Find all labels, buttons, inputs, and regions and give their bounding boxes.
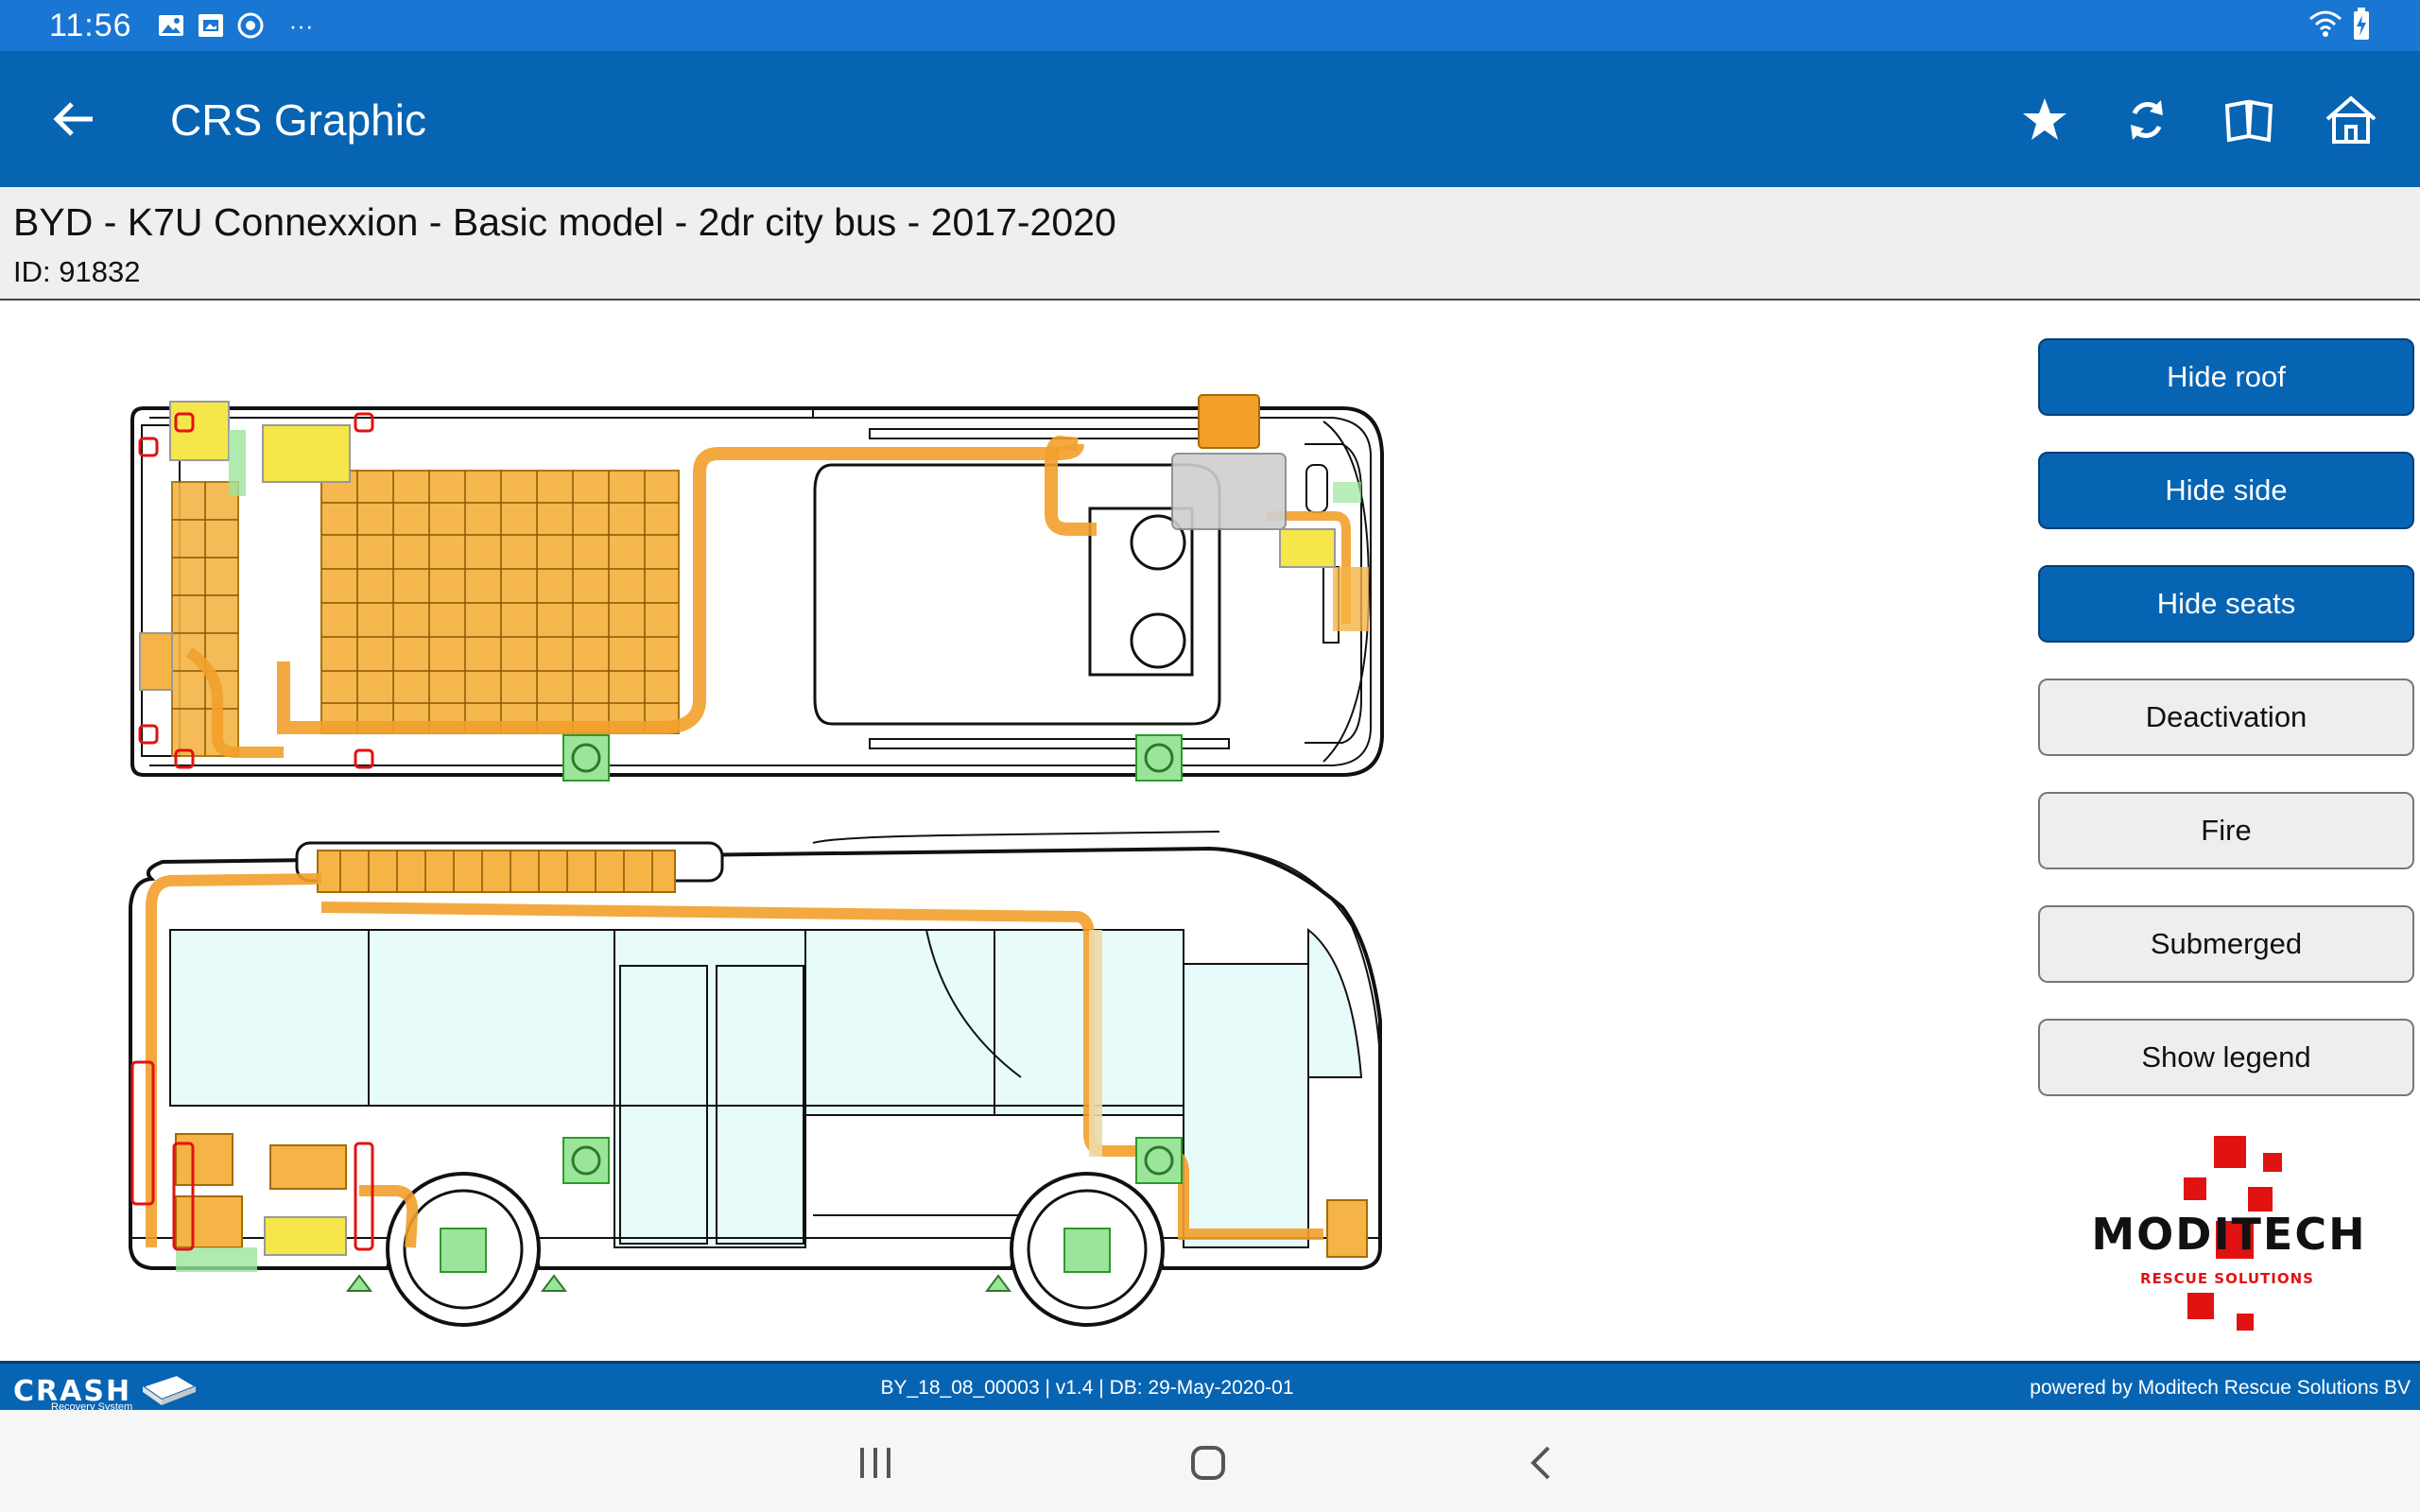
submerged-button[interactable]: Submerged	[2038, 905, 2414, 983]
back-nav-icon[interactable]	[1514, 1436, 1567, 1489]
footer-bar: CRASH Recovery System BY_18_08_00003 | v…	[0, 1361, 2420, 1413]
hide-side-button[interactable]: Hide side	[2038, 452, 2414, 529]
vehicle-header: BYD - K7U Connexxion - Basic model - 2dr…	[0, 187, 2420, 301]
chrome-icon	[236, 11, 265, 40]
app-bar: CRS Graphic	[0, 51, 2420, 187]
back-arrow-icon[interactable]	[49, 93, 102, 146]
deactivation-button[interactable]: Deactivation	[2038, 679, 2414, 756]
home-icon[interactable]	[2324, 93, 2378, 147]
powered-by: powered by Moditech Rescue Solutions BV	[2030, 1377, 2411, 1399]
fire-button[interactable]: Fire	[2038, 792, 2414, 869]
vehicle-title: BYD - K7U Connexxion - Basic model - 2dr…	[13, 200, 1116, 244]
clock: 11:56	[49, 7, 132, 43]
build-info: BY_18_08_00003 | v1.4 | DB: 29-May-2020-…	[880, 1377, 1294, 1399]
rescue-sheet-diagram[interactable]	[0, 302, 2004, 1361]
show-legend-button[interactable]: Show legend	[2038, 1019, 2414, 1096]
hide-roof-button[interactable]: Hide roof	[2038, 338, 2414, 416]
bus-top-view	[130, 394, 1384, 782]
vehicle-id: ID: 91832	[13, 255, 141, 288]
refresh-icon[interactable]	[2119, 93, 2174, 147]
star-icon[interactable]	[2017, 93, 2072, 147]
system-navigation-bar	[0, 1410, 2420, 1512]
more-notifications-icon: ···	[288, 10, 314, 40]
home-nav-icon[interactable]	[1182, 1436, 1235, 1489]
svg-text:RESCUE SOLUTIONS: RESCUE SOLUTIONS	[2140, 1270, 2314, 1287]
moditech-logo: MODITECH RESCUE SOLUTIONS	[2068, 1130, 2390, 1338]
screenshot-icon	[197, 12, 225, 39]
hide-seats-button[interactable]: Hide seats	[2038, 565, 2414, 643]
recent-apps-icon[interactable]	[849, 1436, 902, 1489]
book-icon[interactable]	[2221, 93, 2276, 147]
gallery-icon	[157, 13, 185, 38]
status-bar: 11:56 ···	[0, 0, 2420, 51]
page-title: CRS Graphic	[170, 95, 426, 145]
wifi-icon	[2308, 9, 2342, 43]
battery-charging-icon	[2352, 8, 2371, 44]
svg-text:MODITECH: MODITECH	[2091, 1209, 2366, 1260]
bus-side-view	[129, 831, 1382, 1327]
